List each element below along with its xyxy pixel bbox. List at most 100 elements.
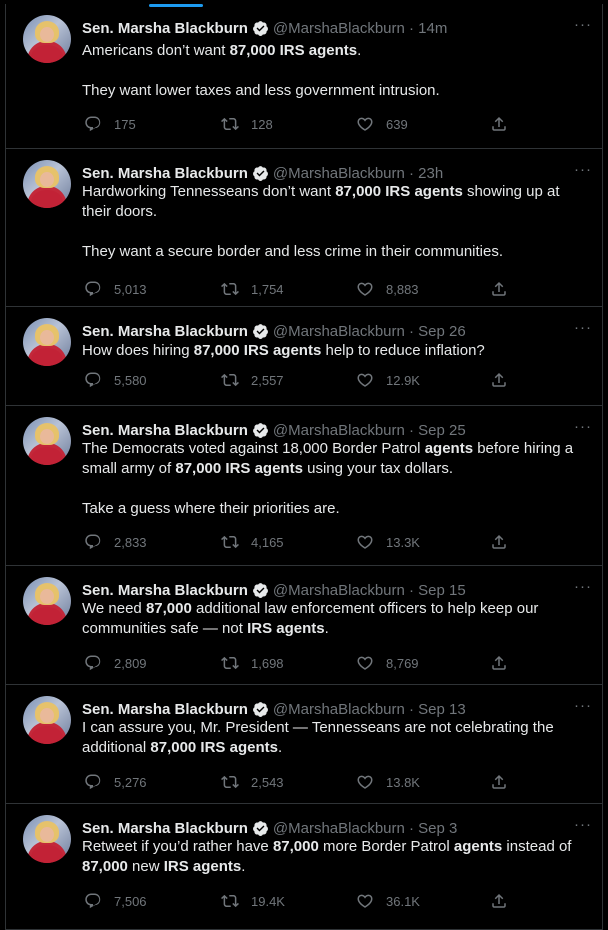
retweet-button[interactable]: 19.4K (221, 892, 285, 910)
like-button[interactable]: 639 (356, 115, 408, 133)
share-button[interactable] (490, 115, 508, 133)
retweet-button[interactable]: 128 (221, 115, 273, 133)
like-count: 13.8K (386, 774, 420, 790)
avatar[interactable] (23, 577, 71, 625)
share-button[interactable] (490, 371, 508, 389)
like-button[interactable]: 8,769 (356, 654, 419, 672)
tweet-7[interactable]: Sen. Marsha Blackburn @MarshaBlackburn ·… (6, 804, 602, 930)
retweet-icon (221, 373, 239, 387)
retweet-button[interactable]: 1,698 (221, 654, 284, 672)
tweet-3[interactable]: Sen. Marsha Blackburn @MarshaBlackburn ·… (6, 307, 602, 406)
retweet-button[interactable]: 4,165 (221, 533, 284, 551)
retweet-icon (221, 117, 239, 131)
like-button[interactable]: 12.9K (356, 371, 420, 389)
tweet-actions: 5,580 2,557 12.9K (82, 371, 506, 391)
retweet-icon (221, 775, 239, 789)
reply-button[interactable]: 5,276 (84, 773, 147, 791)
avatar[interactable] (23, 318, 71, 366)
reply-button[interactable]: 5,580 (84, 371, 147, 389)
tweet-text: Retweet if you’d rather have 87,000 more… (82, 837, 587, 877)
reply-button[interactable]: 2,833 (84, 533, 147, 551)
verified-badge-icon (252, 582, 268, 598)
share-button[interactable] (490, 654, 508, 672)
retweet-count: 1,698 (251, 655, 284, 671)
tweet-header: Sen. Marsha Blackburn @MarshaBlackburn ·… (82, 580, 466, 600)
author-handle[interactable]: @MarshaBlackburn · 14m (273, 20, 447, 37)
retweet-count: 1,754 (251, 281, 284, 297)
reply-button[interactable]: 5,013 (84, 280, 147, 298)
more-icon[interactable]: ··· (574, 17, 592, 32)
author-name[interactable]: Sen. Marsha Blackburn (82, 323, 248, 340)
author-name[interactable]: Sen. Marsha Blackburn (82, 582, 248, 599)
retweet-icon (221, 282, 239, 296)
more-icon[interactable]: ··· (574, 320, 592, 335)
like-count: 8,883 (386, 281, 419, 297)
tweet-paragraph: The Democrats voted against 18,000 Borde… (82, 440, 574, 477)
more-icon[interactable]: ··· (574, 162, 592, 177)
author-name[interactable]: Sen. Marsha Blackburn (82, 422, 248, 439)
verified-badge-icon (252, 20, 268, 36)
author-handle[interactable]: @MarshaBlackburn · Sep 3 (273, 820, 457, 837)
share-icon (492, 116, 506, 131)
author-name[interactable]: Sen. Marsha Blackburn (82, 820, 248, 837)
share-icon (492, 774, 506, 789)
tweet-text: We need 87,000 additional law enforcemen… (82, 599, 587, 639)
author-handle[interactable]: @MarshaBlackburn · Sep 15 (273, 582, 466, 599)
more-icon[interactable]: ··· (574, 817, 592, 832)
share-button[interactable] (490, 280, 508, 298)
reply-icon (85, 893, 101, 909)
like-icon (357, 282, 373, 296)
author-handle[interactable]: @MarshaBlackburn · Sep 13 (273, 701, 466, 718)
retweet-button[interactable]: 1,754 (221, 280, 284, 298)
tweet-5[interactable]: Sen. Marsha Blackburn @MarshaBlackburn ·… (6, 566, 602, 685)
tweet-6[interactable]: Sen. Marsha Blackburn @MarshaBlackburn ·… (6, 685, 602, 804)
like-button[interactable]: 36.1K (356, 892, 420, 910)
reply-count: 2,809 (114, 655, 147, 671)
author-handle[interactable]: @MarshaBlackburn · Sep 26 (273, 323, 466, 340)
avatar[interactable] (23, 15, 71, 63)
retweet-button[interactable]: 2,557 (221, 371, 284, 389)
more-icon[interactable]: ··· (574, 579, 592, 594)
reply-button[interactable]: 2,809 (84, 654, 147, 672)
tweet-actions: 2,833 4,165 13.3K (82, 533, 506, 553)
tweet-paragraph: How does hiring 87,000 IRS agents help t… (82, 342, 485, 359)
avatar[interactable] (23, 160, 71, 208)
more-icon[interactable]: ··· (574, 419, 592, 434)
author-name[interactable]: Sen. Marsha Blackburn (82, 701, 248, 718)
avatar[interactable] (23, 815, 71, 863)
tweet-header: Sen. Marsha Blackburn @MarshaBlackburn ·… (82, 818, 457, 838)
more-icon[interactable]: ··· (574, 698, 592, 713)
tweet-4[interactable]: Sen. Marsha Blackburn @MarshaBlackburn ·… (6, 406, 602, 566)
reply-button[interactable]: 7,506 (84, 892, 147, 910)
author-name[interactable]: Sen. Marsha Blackburn (82, 20, 248, 37)
like-button[interactable]: 13.3K (356, 533, 420, 551)
avatar[interactable] (23, 696, 71, 744)
tweet-paragraph: Hardworking Tennesseans don’t want 87,00… (82, 183, 560, 220)
tweet-paragraph: We need 87,000 additional law enforcemen… (82, 600, 539, 637)
tweet-paragraph: They want lower taxes and less governmen… (82, 82, 440, 99)
like-icon (357, 775, 373, 789)
share-button[interactable] (490, 892, 508, 910)
tweet-header: Sen. Marsha Blackburn @MarshaBlackburn ·… (82, 163, 443, 183)
reply-icon (85, 281, 101, 297)
retweet-count: 128 (251, 116, 273, 132)
share-button[interactable] (490, 773, 508, 791)
retweet-count: 4,165 (251, 534, 284, 550)
verified-badge-icon (252, 165, 268, 181)
author-handle[interactable]: @MarshaBlackburn · 23h (273, 165, 443, 182)
reply-count: 2,833 (114, 534, 147, 550)
like-button[interactable]: 8,883 (356, 280, 419, 298)
avatar[interactable] (23, 417, 71, 465)
author-handle[interactable]: @MarshaBlackburn · Sep 25 (273, 422, 466, 439)
reply-icon (85, 774, 101, 790)
reply-count: 7,506 (114, 893, 147, 909)
like-button[interactable]: 13.8K (356, 773, 420, 791)
reply-button[interactable]: 175 (84, 115, 136, 133)
retweet-button[interactable]: 2,543 (221, 773, 284, 791)
share-button[interactable] (490, 533, 508, 551)
like-icon (357, 656, 373, 670)
tweet-2[interactable]: Sen. Marsha Blackburn @MarshaBlackburn ·… (6, 149, 602, 307)
share-icon (492, 893, 506, 908)
author-name[interactable]: Sen. Marsha Blackburn (82, 165, 248, 182)
tweet-1[interactable]: Sen. Marsha Blackburn @MarshaBlackburn ·… (6, 4, 602, 149)
